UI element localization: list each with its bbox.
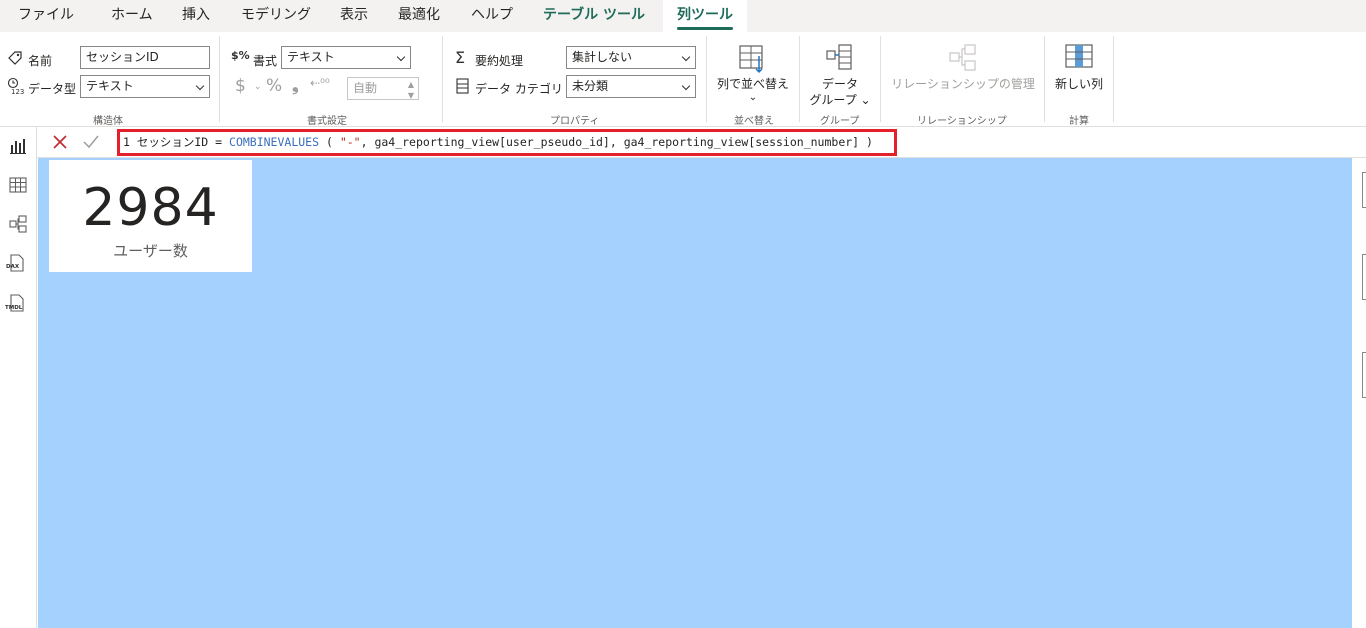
percent-button[interactable]: % <box>266 76 282 96</box>
svg-text:123: 123 <box>11 88 24 95</box>
data-group-button[interactable]: データ グループ ⌄ <box>803 40 877 110</box>
pane-control[interactable] <box>1362 352 1366 398</box>
report-view-icon[interactable] <box>8 136 28 156</box>
datatype-label: データ型 <box>28 82 77 96</box>
card-label: ユーザー数 <box>113 242 188 260</box>
separator <box>219 36 220 122</box>
table-view-icon[interactable] <box>8 175 28 195</box>
tab-table-tools[interactable]: テーブル ツール <box>543 0 645 32</box>
decimal-arrow-icon: ⇠ <box>310 76 321 90</box>
separator <box>1113 36 1114 122</box>
data-group-icon <box>826 44 852 70</box>
sort-icon <box>739 45 763 74</box>
data-category-icon <box>456 78 469 94</box>
format-icon: $% <box>231 49 250 62</box>
category-select[interactable]: 未分類 <box>566 75 696 98</box>
model-view-icon[interactable] <box>8 214 28 234</box>
separator <box>880 36 881 122</box>
decimal-places-value: 自動 <box>353 81 378 95</box>
comma-button[interactable]: ❟ <box>292 76 299 96</box>
sort-by-column-button[interactable]: 列で並べ替え ⌄ <box>710 40 796 110</box>
pane-control[interactable] <box>1362 172 1366 208</box>
dax-label: DAX <box>6 264 20 270</box>
new-column-button[interactable]: 新しい列 <box>1048 40 1110 110</box>
data-type-icon: 123 <box>7 77 24 95</box>
tmdl-label: TMDL <box>5 305 23 311</box>
tag-icon <box>8 51 22 65</box>
tab-view[interactable]: 表示 <box>340 0 368 32</box>
decimal-button[interactable]: ⇠⁰⁰ <box>310 76 330 90</box>
tab-column-tools-label: 列ツール <box>677 7 733 23</box>
formula-column-name: セッションID <box>136 135 209 149</box>
chevron-down-icon: ⌄ <box>748 92 758 103</box>
separator <box>1044 36 1045 122</box>
active-tab-indicator <box>677 27 733 30</box>
format-select[interactable]: テキスト <box>281 46 411 69</box>
currency-button[interactable]: $ <box>235 76 246 96</box>
right-pane-edge <box>1352 158 1366 628</box>
data-group-label-2: グループ <box>809 93 857 107</box>
pane-control[interactable] <box>1362 254 1366 300</box>
new-column-label: 新しい列 <box>1054 77 1103 91</box>
summarize-select[interactable]: 集計しない <box>566 46 696 69</box>
relationships-icon <box>949 44 976 71</box>
formula-bar: 1 セッションID = COMBINEVALUES ( "-", ga4_rep… <box>37 127 1366 158</box>
formula-equals: = <box>208 135 230 149</box>
data-group-label-2-wrap: グループ ⌄ <box>803 92 877 108</box>
ribbon: 名前 セッションID 123 データ型 テキスト 構造体 $% 書式 テキスト … <box>0 32 1366 127</box>
tab-insert[interactable]: 挿入 <box>182 0 210 32</box>
group-label-sort: 並べ替え <box>734 116 774 127</box>
decimal-symbol: ⁰⁰ <box>320 76 330 90</box>
chevron-down-icon: ⌄ <box>856 93 871 107</box>
sigma-icon: Σ <box>455 48 466 67</box>
chevron-down-icon: ⌄ <box>254 82 262 92</box>
tab-column-tools[interactable]: 列ツール <box>663 0 747 32</box>
separator <box>799 36 800 122</box>
commit-formula-icon[interactable] <box>82 134 100 150</box>
group-label-format: 書式設定 <box>307 116 347 127</box>
menu-bar: ファイル ホーム 挿入 モデリング 表示 最適化 ヘルプ テーブル ツール 列ツ… <box>0 0 1366 32</box>
tab-file[interactable]: ファイル <box>18 0 74 32</box>
group-label-properties: プロパティ <box>550 116 600 127</box>
group-label-calc: 計算 <box>1069 116 1089 127</box>
card-visual[interactable]: 2984 ユーザー数 <box>49 160 252 272</box>
relationships-button-label: リレーションシップの管理 <box>891 77 1035 91</box>
tmdl-view-button[interactable]: TMDL <box>5 294 31 316</box>
datatype-select[interactable]: テキスト <box>80 75 210 98</box>
decimal-places-stepper[interactable]: 自動 ▲ ▼ <box>347 77 419 100</box>
dax-query-view-button[interactable]: DAX <box>6 254 30 276</box>
formula-function: COMBINEVALUES <box>229 135 320 149</box>
formula-open-paren: ( <box>319 135 340 149</box>
formula-line-number: 1 <box>123 135 130 149</box>
format-label: 書式 <box>253 54 278 68</box>
manage-relationships-button[interactable]: リレーションシップの管理 <box>884 40 1042 110</box>
dax-formula-input[interactable]: 1 セッションID = COMBINEVALUES ( "-", ga4_rep… <box>117 129 897 156</box>
formula-args: , ga4_reporting_view[user_pseudo_id], ga… <box>360 135 873 149</box>
stepper-down-icon[interactable]: ▼ <box>408 85 414 99</box>
group-label-relationships: リレーションシップ <box>917 116 1007 127</box>
group-label-structure: 構造体 <box>93 116 123 127</box>
tab-optimize[interactable]: 最適化 <box>398 0 440 32</box>
data-group-label-1: データ <box>821 77 858 91</box>
name-label: 名前 <box>28 54 53 68</box>
tab-modeling[interactable]: モデリング <box>241 0 311 32</box>
category-label: データ カテゴリ <box>475 82 563 96</box>
card-value: 2984 <box>82 178 219 238</box>
column-name-input[interactable]: セッションID <box>80 46 210 69</box>
group-label-group: グループ <box>820 116 860 127</box>
cancel-formula-icon[interactable] <box>52 134 68 150</box>
new-column-icon <box>1065 44 1093 68</box>
view-rail: DAX TMDL <box>0 127 37 628</box>
tab-help[interactable]: ヘルプ <box>471 0 513 32</box>
separator <box>442 36 443 122</box>
summarize-label: 要約処理 <box>475 54 524 68</box>
report-canvas[interactable]: 2984 ユーザー数 <box>38 158 1352 628</box>
separator <box>706 36 707 122</box>
formula-delimiter: "-" <box>339 135 361 149</box>
tab-home[interactable]: ホーム <box>111 0 153 32</box>
